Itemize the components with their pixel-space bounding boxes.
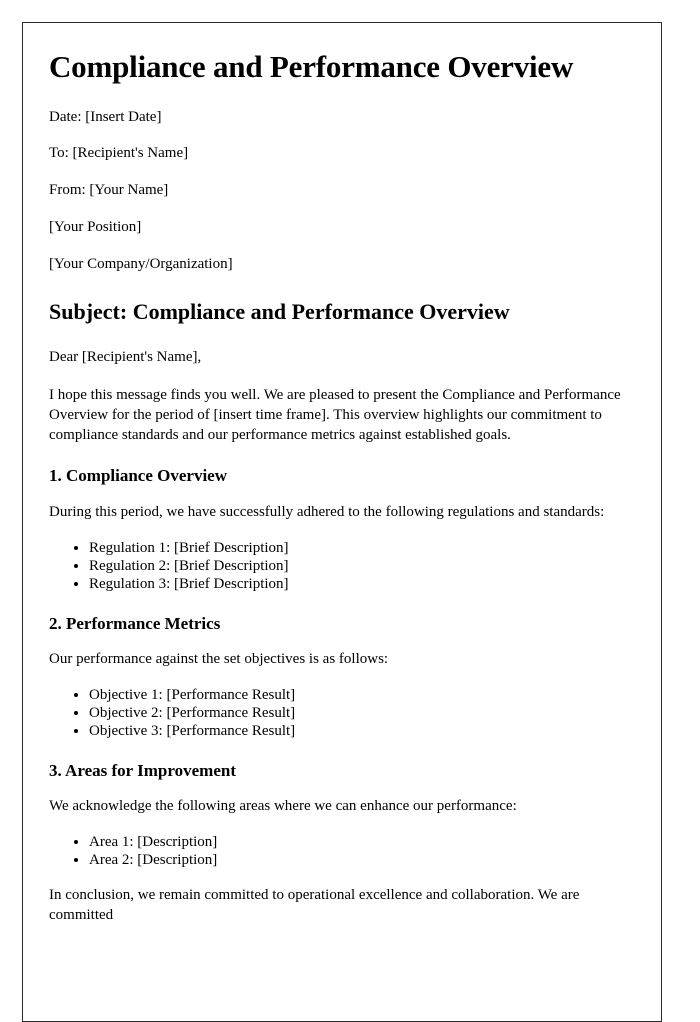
closing-paragraph: In conclusion, we remain committed to op…	[49, 886, 580, 923]
section-intro-compliance-overview: During this period, we have successfully…	[49, 503, 605, 520]
list-item: Objective 3: [Performance Result]	[89, 722, 623, 740]
list-item: Objective 2: [Performance Result]	[89, 704, 623, 722]
bullet-list-areas-for-improvement: Area 1: [Description] Area 2: [Descripti…	[49, 833, 623, 870]
section-heading-performance-metrics: 2. Performance Metrics	[49, 613, 221, 633]
list-item: Objective 1: [Performance Result]	[89, 686, 623, 704]
salutation: Dear [Recipient's Name],	[49, 348, 202, 365]
intro-paragraph: I hope this message finds you well. We a…	[49, 387, 621, 444]
document-body: Compliance and Performance Overview Date…	[23, 23, 661, 926]
section-intro-performance-metrics: Our performance against the set objectiv…	[49, 650, 389, 667]
list-item: Regulation 3: [Brief Description]	[89, 575, 623, 593]
page-title: Compliance and Performance Overview	[49, 49, 574, 84]
bullet-list-performance-metrics: Objective 1: [Performance Result] Object…	[49, 686, 623, 741]
subject-heading: Subject: Compliance and Performance Over…	[49, 299, 510, 325]
bullet-list-compliance-overview: Regulation 1: [Brief Description] Regula…	[49, 539, 623, 594]
list-item: Regulation 2: [Brief Description]	[89, 557, 623, 575]
meta-line-organization: [Your Company/Organization]	[49, 255, 233, 272]
meta-line-position: [Your Position]	[49, 218, 142, 235]
list-item: Area 2: [Description]	[89, 851, 623, 869]
section-heading-compliance-overview: 1. Compliance Overview	[49, 466, 227, 486]
list-item: Area 1: [Description]	[89, 833, 623, 851]
section-heading-areas-for-improvement: 3. Areas for Improvement	[49, 760, 236, 780]
meta-line-sender: From: [Your Name]	[49, 182, 169, 199]
meta-line-recipient: To: [Recipient's Name]	[49, 145, 189, 162]
list-item: Regulation 1: [Brief Description]	[89, 539, 623, 557]
document-page: Compliance and Performance Overview Date…	[22, 22, 662, 1022]
meta-line-date: Date: [Insert Date]	[49, 108, 162, 125]
section-intro-areas-for-improvement: We acknowledge the following areas where…	[49, 798, 517, 815]
